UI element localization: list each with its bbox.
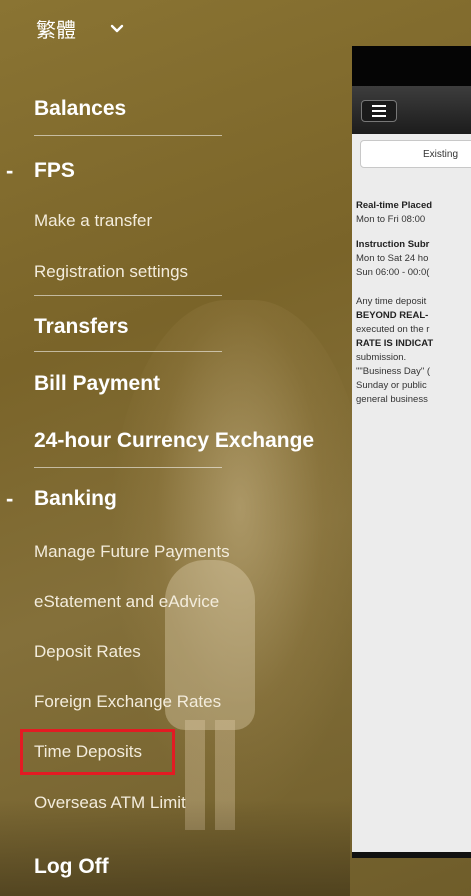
background-photo-floor <box>0 800 350 896</box>
content-line: BEYOND REAL- <box>356 310 429 321</box>
language-label: 繁體 <box>36 20 76 42</box>
content-line: ""Business Day" ( <box>356 366 431 377</box>
hamburger-menu-icon[interactable] <box>361 100 397 122</box>
menu-item-manage-future-payments[interactable]: Manage Future Payments <box>34 542 230 562</box>
content-line: Mon to Fri 08:00 <box>356 214 426 225</box>
menu-item-registration-settings[interactable]: Registration settings <box>34 262 188 282</box>
content-line: general business <box>356 394 428 405</box>
app-screen-preview: Existing Real-time Placed Mon to Fri 08:… <box>352 46 471 858</box>
section-expanded-marker: - <box>6 486 14 511</box>
menu-item-log-off[interactable]: Log Off <box>34 855 109 879</box>
content-line: Real-time Placed <box>356 200 433 211</box>
menu-item-currency-exchange[interactable]: 24-hour Currency Exchange <box>34 429 314 453</box>
content-line: executed on the r <box>356 324 430 335</box>
menu-section-fps[interactable]: FPS <box>34 159 75 183</box>
content-line: Sunday or public <box>356 380 427 391</box>
content-line: Instruction Subr <box>356 239 430 250</box>
bottom-bar <box>352 852 471 858</box>
menu-item-fx-rates[interactable]: Foreign Exchange Rates <box>34 692 221 712</box>
menu-item-transfers[interactable]: Transfers <box>34 315 129 339</box>
menu-item-make-transfer[interactable]: Make a transfer <box>34 211 152 231</box>
content-line: Sun 06:00 - 00:0( <box>356 267 430 278</box>
content-line: submission. <box>356 352 407 363</box>
divider <box>34 135 222 136</box>
tab-existing[interactable]: Existing <box>360 140 471 168</box>
content-line: Any time deposit <box>356 296 427 307</box>
divider <box>34 467 222 468</box>
menu-item-estatement[interactable]: eStatement and eAdvice <box>34 592 219 612</box>
menu-section-banking[interactable]: Banking <box>34 487 117 511</box>
menu-item-bill-payment[interactable]: Bill Payment <box>34 372 160 396</box>
divider <box>34 351 222 352</box>
content-line: RATE IS INDICAT <box>356 338 434 349</box>
menu-item-balances[interactable]: Balances <box>34 97 126 121</box>
highlight-box <box>20 729 175 775</box>
status-bar <box>352 46 471 86</box>
divider <box>34 295 222 296</box>
language-selector[interactable]: 繁體 <box>36 14 124 43</box>
app-nav-bar <box>352 86 471 134</box>
chevron-down-icon <box>110 24 124 32</box>
menu-item-overseas-atm-limit[interactable]: Overseas ATM Limit <box>34 793 186 813</box>
content-line: Mon to Sat 24 ho <box>356 253 429 264</box>
app-content: Existing Real-time Placed Mon to Fri 08:… <box>352 134 471 852</box>
menu-item-deposit-rates[interactable]: Deposit Rates <box>34 642 141 662</box>
section-expanded-marker: - <box>6 158 14 183</box>
